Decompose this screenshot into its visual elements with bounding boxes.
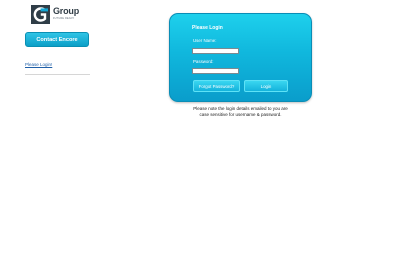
- forgot-password-button[interactable]: Forgot Password?: [193, 80, 240, 92]
- logo-wordmark: Group: [53, 6, 79, 16]
- logo-tagline: FUTURE READY: [53, 17, 75, 20]
- login-note-line-2: case sensitive for username & password.: [199, 112, 282, 117]
- login-title: Please Login: [192, 25, 223, 31]
- username-label: User Name:: [193, 38, 217, 43]
- please-login-link[interactable]: Please Login!: [25, 62, 52, 67]
- username-input[interactable]: [192, 48, 239, 54]
- password-input[interactable]: [192, 68, 239, 74]
- sidebar-divider: [25, 74, 90, 75]
- login-panel: Please Login User Name: Password: Forgot…: [169, 13, 312, 102]
- g-logo-icon: [31, 5, 50, 24]
- login-note: Please note the login details emailed to…: [169, 106, 312, 118]
- contact-encore-button[interactable]: Contact Encore: [25, 32, 89, 47]
- page: Group FUTURE READY Contact Encore Please…: [0, 0, 400, 278]
- password-label: Password:: [193, 59, 214, 64]
- company-logo[interactable]: Group FUTURE READY: [31, 5, 91, 25]
- login-button[interactable]: Login: [244, 80, 288, 92]
